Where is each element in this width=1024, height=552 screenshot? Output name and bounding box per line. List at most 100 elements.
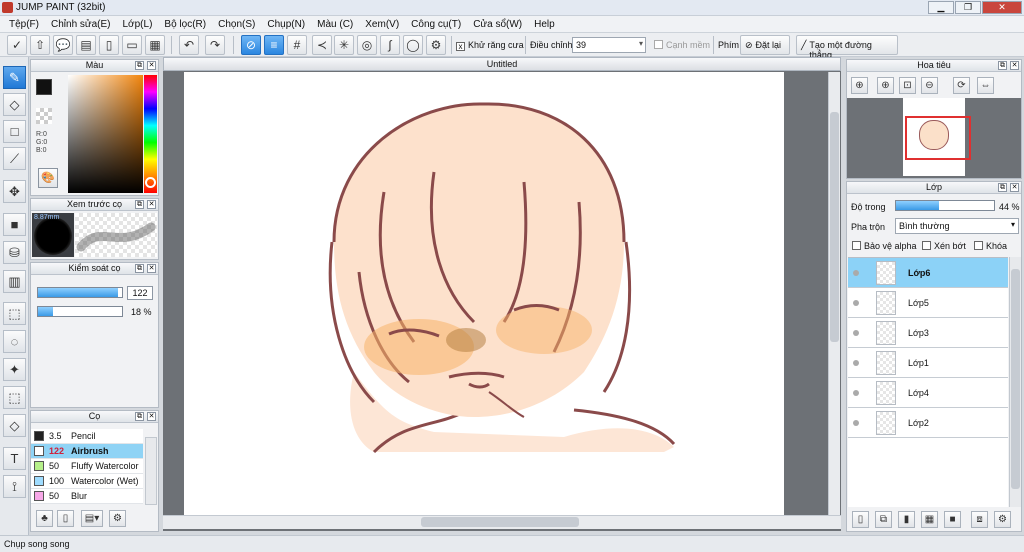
menu-file[interactable]: Tệp(F) [3, 19, 45, 30]
rectangle-tool-icon[interactable]: □ [3, 120, 26, 143]
menu-window[interactable]: Cửa sổ(W) [467, 19, 528, 30]
brush-item[interactable]: 50 Fluffy Watercolor [31, 459, 143, 474]
flip-icon[interactable]: ⇔ [977, 77, 994, 94]
layer-row[interactable]: Lớp4 [848, 378, 1008, 408]
panel-float-icon[interactable]: ⧉ [135, 412, 144, 421]
redo-icon[interactable]: ↷ [205, 35, 225, 55]
protect-alpha-option[interactable]: Bảo vệ alpha [852, 241, 917, 251]
document-icon[interactable]: ▯ [99, 35, 119, 55]
brush-item[interactable]: 50 Blur [31, 489, 143, 504]
menu-color[interactable]: Màu (C) [311, 19, 359, 30]
rotate-icon[interactable]: ⟳ [953, 77, 970, 94]
magic-wand-tool-icon[interactable]: ✦ [3, 358, 26, 381]
minimize-button[interactable]: ▁ [928, 1, 954, 14]
rect-select-tool-icon[interactable]: ⬚ [3, 302, 26, 325]
screentone-layer-icon[interactable]: ▦ [921, 511, 938, 528]
line-tool-icon[interactable]: ⟋ [3, 147, 26, 170]
reset-button[interactable]: ⊘ Đặt lại [740, 35, 790, 55]
transparent-color-icon[interactable] [36, 108, 52, 124]
panel-float-icon[interactable]: ⧉ [998, 183, 1007, 192]
panel-close-icon[interactable]: ✕ [147, 61, 156, 70]
antialias-checkbox-icon[interactable]: x [456, 42, 465, 51]
parallel-ruler-icon[interactable]: ≡ [264, 35, 284, 55]
menu-select[interactable]: Chọn(S) [212, 19, 261, 30]
brush-size-value[interactable]: 122 [127, 286, 153, 300]
brush-item[interactable]: 100 Watercolor (Wet) [31, 474, 143, 489]
lock-option[interactable]: Khóa [974, 241, 1007, 251]
soft-edge-checkbox-icon[interactable] [654, 40, 663, 49]
new-layer-icon[interactable]: ▯ [852, 511, 869, 528]
clip-option[interactable]: Xén bớt [922, 241, 966, 251]
panel-float-icon[interactable]: ⧉ [998, 61, 1007, 70]
close-button[interactable]: ✕ [982, 1, 1022, 14]
select-eraser-tool-icon[interactable]: ◇ [3, 414, 26, 437]
select-pen-tool-icon[interactable]: ⬚ [3, 386, 26, 409]
duplicate-layer-icon[interactable]: ⧉ [875, 511, 892, 528]
export-icon[interactable]: ⇧ [30, 35, 50, 55]
menu-filter[interactable]: Bộ lọc(R) [158, 19, 212, 30]
menu-help[interactable]: Help [528, 19, 561, 30]
folder-icon[interactable]: ■ [944, 511, 961, 528]
layer-visibility-icon[interactable] [853, 269, 859, 276]
straight-line-button[interactable]: ╱ Tạo một đường thẳng [796, 35, 898, 60]
bucket-tool-icon[interactable]: ⛁ [3, 241, 26, 264]
brush-item[interactable]: 122 Airbrush [31, 444, 143, 459]
brush-tool-icon[interactable]: ✎ [3, 66, 26, 89]
layer-settings-icon[interactable]: ⚙ [994, 511, 1011, 528]
canvas-tab[interactable]: Untitled [163, 57, 841, 71]
radial-icon[interactable]: ✳ [334, 35, 354, 55]
zoom-fit-icon[interactable]: ⊕ [851, 77, 868, 94]
menu-capture[interactable]: Chụp(N) [261, 19, 311, 30]
panel-close-icon[interactable]: ✕ [147, 200, 156, 209]
foreground-color-swatch[interactable] [36, 79, 52, 95]
antialias-option[interactable]: x Khử răng cưa [456, 40, 524, 51]
brush-size-slider[interactable] [37, 287, 123, 298]
lasso-tool-icon[interactable]: ◌ [3, 330, 26, 353]
panel-close-icon[interactable]: ✕ [1010, 183, 1019, 192]
panel-close-icon[interactable]: ✕ [1010, 61, 1019, 70]
brush-item[interactable]: 3.5 Pencil [31, 429, 143, 444]
gradient-tool-icon[interactable]: ▥ [3, 270, 26, 293]
canvas-vertical-scrollbar[interactable] [828, 72, 840, 517]
layer-row[interactable]: Lớp2 [848, 408, 1008, 438]
settings-gear-icon[interactable]: ⚙ [426, 35, 446, 55]
message-icon[interactable]: ▤ [76, 35, 96, 55]
brush-settings-icon[interactable]: ⚙ [109, 510, 126, 527]
eraser-tool-icon[interactable]: ◇ [3, 93, 26, 116]
grid-ruler-icon[interactable]: # [287, 35, 307, 55]
fill-rect-tool-icon[interactable]: ■ [3, 213, 26, 236]
layer-opacity-slider[interactable] [895, 200, 995, 211]
menu-edit[interactable]: Chỉnh sửa(E) [45, 19, 117, 30]
zoom-out-icon[interactable]: ⊖ [921, 77, 938, 94]
lock-checkbox-icon[interactable] [974, 241, 983, 250]
menu-layer[interactable]: Lớp(L) [117, 19, 159, 30]
move-tool-icon[interactable]: ✥ [3, 180, 26, 203]
hue-handle[interactable] [145, 177, 156, 188]
text-tool-icon[interactable]: T [3, 447, 26, 470]
drawing-canvas[interactable] [184, 72, 784, 517]
perspective-icon[interactable]: ≺ [312, 35, 332, 55]
layer-visibility-icon[interactable] [853, 329, 859, 336]
menu-view[interactable]: Xem(V) [359, 19, 405, 30]
page-icon[interactable]: ▭ [122, 35, 142, 55]
saturation-value-picker[interactable] [68, 75, 143, 193]
layer-row[interactable]: Lớp5 [848, 288, 1008, 318]
layer-visibility-icon[interactable] [853, 299, 859, 306]
layer-scroll-thumb[interactable] [1011, 269, 1020, 489]
panel-float-icon[interactable]: ⧉ [135, 264, 144, 273]
concentric-icon[interactable]: ◎ [357, 35, 377, 55]
vertical-scroll-thumb[interactable] [830, 112, 839, 342]
new-brush-icon[interactable]: ▯ [57, 510, 74, 527]
zoom-in-icon[interactable]: ⊕ [877, 77, 894, 94]
horizontal-scroll-thumb[interactable] [421, 517, 579, 527]
layer-row[interactable]: Lớp1 [848, 348, 1008, 378]
panel-close-icon[interactable]: ✕ [147, 264, 156, 273]
layer-row[interactable]: Lớp6 [848, 258, 1008, 288]
brush-add-icon[interactable]: ♣ [36, 510, 53, 527]
snap-off-icon[interactable]: ⊘ [241, 35, 261, 55]
soft-edge-option[interactable]: Cạnh mềm [654, 40, 710, 50]
canvas-horizontal-scrollbar[interactable] [163, 515, 841, 529]
clip-checkbox-icon[interactable] [922, 241, 931, 250]
eyedropper-tool-icon[interactable]: ⟟ [3, 475, 26, 498]
merge-layer-icon[interactable]: ⧈ [971, 511, 988, 528]
